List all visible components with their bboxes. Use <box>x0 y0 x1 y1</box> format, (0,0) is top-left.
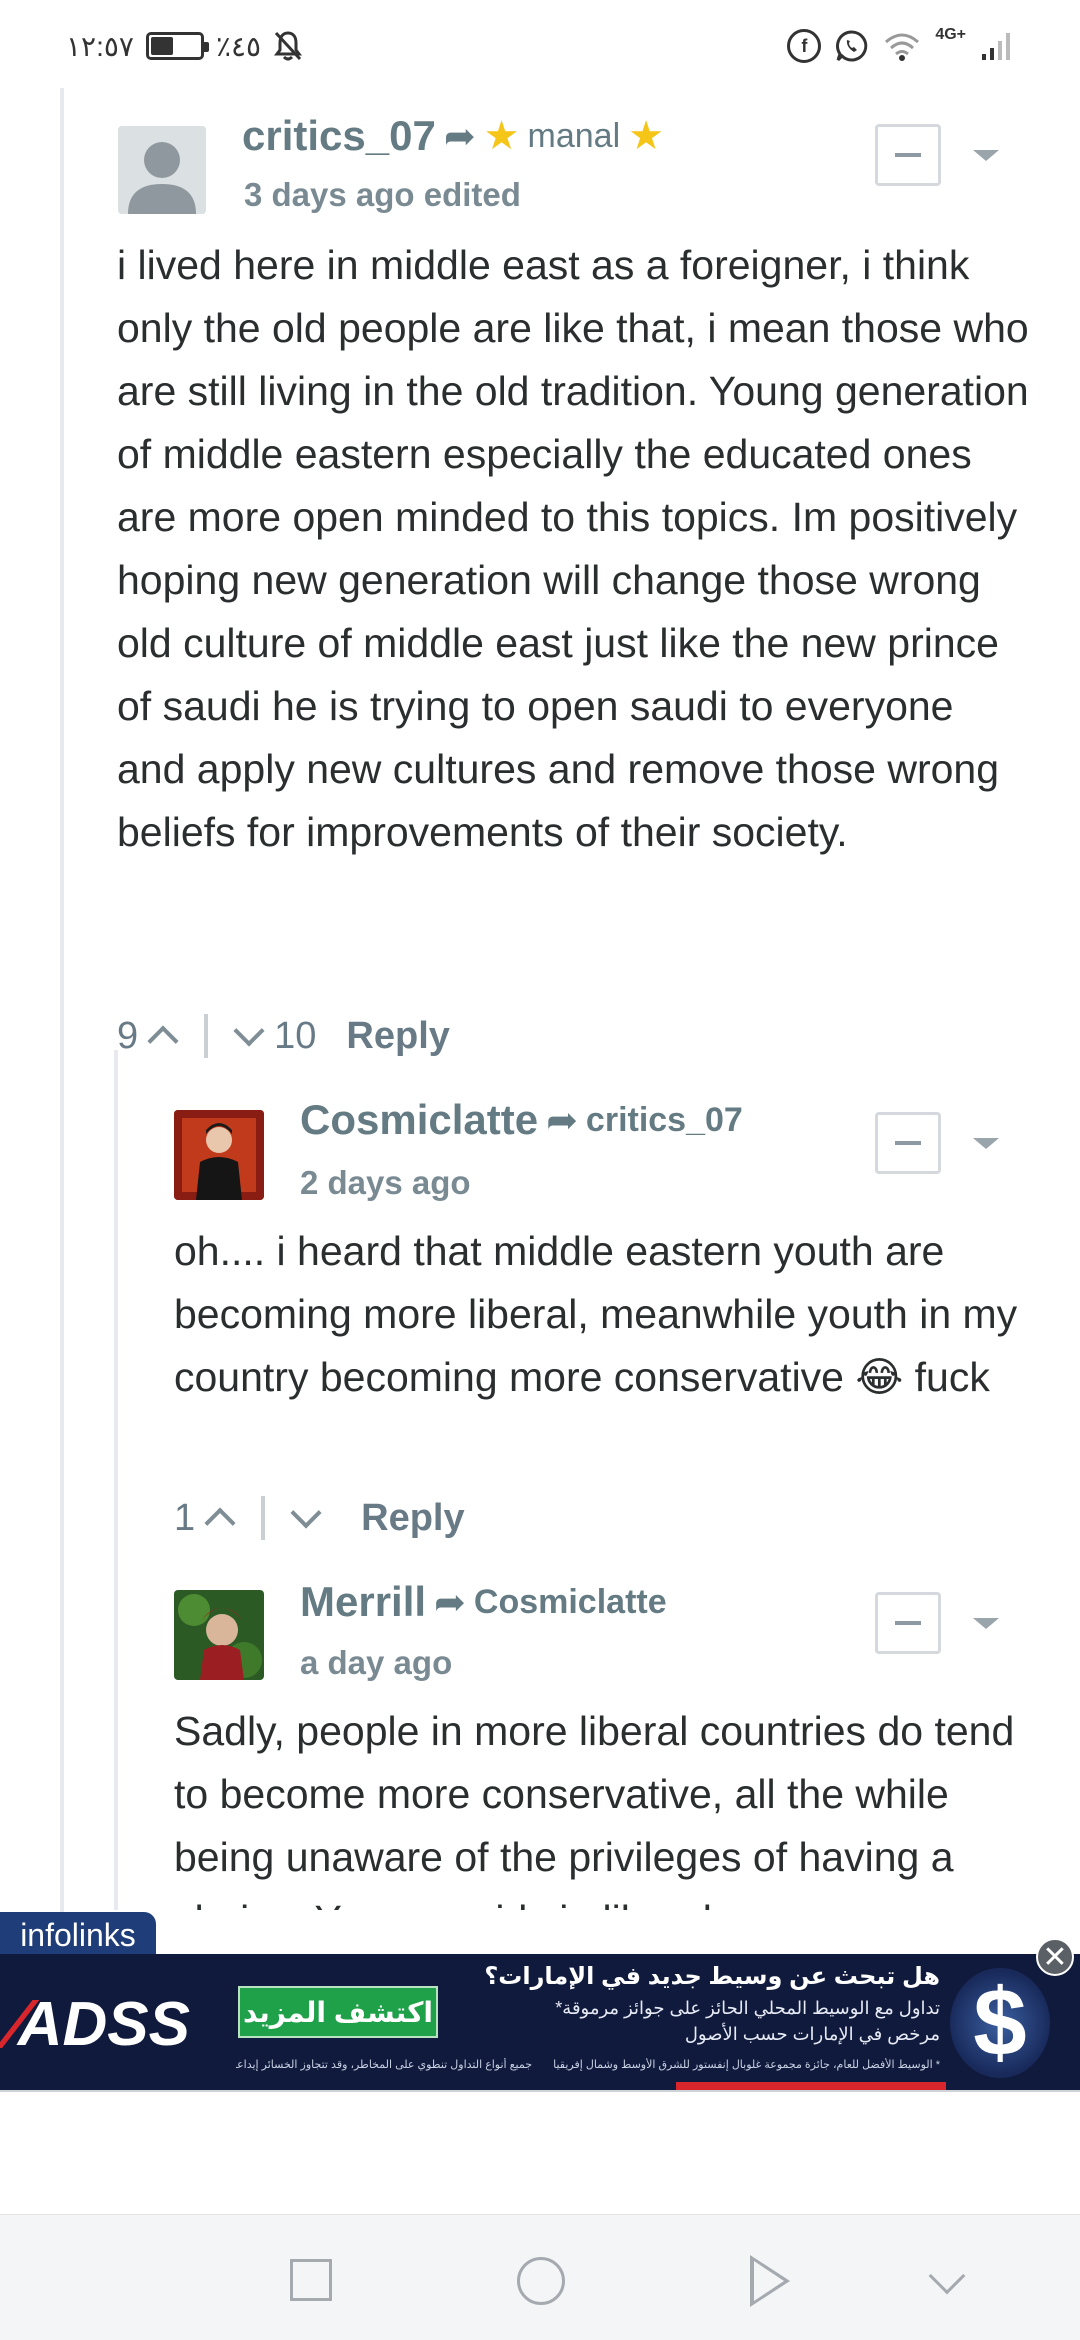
thread-line <box>60 88 64 1948</box>
upvote-count: 9 <box>117 1014 139 1057</box>
ad-fineprint: * الوسيط الأفضل للعام، جائزة مجموعة غلوب… <box>550 2059 940 2071</box>
mute-bell-icon <box>274 31 303 61</box>
status-right: f 4G+ <box>787 24 1014 68</box>
hide-nav-chevron-icon[interactable] <box>928 2257 966 2295</box>
author-name[interactable]: Cosmiclatte <box>300 1096 538 1144</box>
vote-separator <box>261 1496 266 1540</box>
star-icon: ★ <box>483 114 520 158</box>
minus-icon <box>895 1141 921 1145</box>
chevron-down-icon[interactable] <box>973 1618 999 1629</box>
clock: ١٢:٥٧ <box>66 30 134 62</box>
downvote-icon[interactable] <box>290 1497 322 1529</box>
downvote-count: 10 <box>274 1014 317 1057</box>
timestamp[interactable]: a day ago <box>300 1644 452 1682</box>
ad-cta-button[interactable]: اكتشف المزيد <box>238 1986 438 2038</box>
avatar[interactable] <box>118 126 206 214</box>
default-avatar-icon <box>118 126 206 214</box>
avatar[interactable] <box>174 1590 264 1680</box>
vote-separator <box>204 1014 209 1058</box>
ad-fineprint: جميع أنواع التداول تنطوي على المخاطر، وق… <box>236 2059 532 2071</box>
vote-row: 9 10 Reply <box>117 1008 450 1064</box>
author-name[interactable]: critics_07 <box>242 112 436 160</box>
reply-button[interactable]: Reply <box>346 1015 449 1058</box>
reply-arrow-icon: ➦ <box>546 1099 578 1142</box>
ad-brand-logo: ⁄ ADSS <box>10 1974 210 2074</box>
vote-row: 1 Reply <box>174 1490 465 1546</box>
comment-body: i lived here in middle east as a foreign… <box>117 242 1029 855</box>
minus-icon <box>895 1621 921 1625</box>
timestamp[interactable]: 2 days ago <box>300 1164 471 1202</box>
avatar[interactable] <box>174 1110 264 1200</box>
status-bar: ١٢:٥٧ ٪٤٥ f 4G+ <box>0 0 1080 88</box>
collapse-button[interactable] <box>875 1592 941 1654</box>
reply-arrow-icon: ➦ <box>434 1581 466 1624</box>
comment-body: Sadly, people in more liberal countries … <box>174 1708 1015 1910</box>
chevron-down-icon[interactable] <box>973 1138 999 1149</box>
ad-network-tag[interactable]: infolinks <box>0 1912 156 1958</box>
reply-to-name[interactable]: critics_07 <box>586 1101 743 1140</box>
upvote-icon[interactable] <box>204 1507 236 1539</box>
home-icon[interactable] <box>517 2257 565 2305</box>
upvote-count: 1 <box>174 1496 196 1539</box>
reply-to-name[interactable]: Cosmiclatte <box>474 1583 667 1622</box>
facebook-icon: f <box>787 29 822 63</box>
ad-subline: تداول مع الوسيط المحلي الحائز على جوائز … <box>555 1998 940 2018</box>
ad-subline: مرخص في الإمارات حسب الأصول <box>684 2024 940 2044</box>
reply-arrow-icon: ➦ <box>443 115 476 158</box>
chevron-down-icon[interactable] <box>973 150 999 161</box>
back-icon[interactable] <box>750 2255 790 2307</box>
comment-body: oh.... i heard that middle eastern youth… <box>174 1228 1018 1400</box>
collapse-button[interactable] <box>875 1112 941 1174</box>
user-photo-icon <box>174 1110 264 1200</box>
system-nav-bar <box>0 2214 1080 2340</box>
network-type: 4G+ <box>935 26 966 43</box>
dollar-icon: $ <box>950 1968 1050 2078</box>
ad-stripe <box>676 2082 946 2090</box>
downvote-icon[interactable] <box>233 1015 265 1047</box>
status-left: ١٢:٥٧ ٪٤٥ <box>66 26 303 66</box>
comment-header: Cosmiclatte ➦ critics_07 <box>300 1096 743 1144</box>
whatsapp-icon <box>836 30 868 62</box>
ad-brand: ADSS <box>17 1989 190 2059</box>
reply-thread-line <box>114 1050 118 1910</box>
upvote-icon[interactable] <box>147 1025 179 1057</box>
ad-headline: هل تبحث عن وسيط جديد في الإمارات؟ <box>484 1963 940 1990</box>
author-name[interactable]: Merrill <box>300 1578 426 1626</box>
collapse-button[interactable] <box>875 124 941 186</box>
comment-header: Merrill ➦ Cosmiclatte <box>300 1578 667 1626</box>
recents-icon[interactable] <box>290 2259 332 2301</box>
wifi-icon <box>885 33 920 61</box>
star-icon: ★ <box>628 114 664 158</box>
battery-icon <box>145 32 209 60</box>
reply-to-name[interactable]: manal <box>528 117 621 156</box>
close-icon[interactable]: ✕ <box>1036 1938 1074 1976</box>
ad-blank-area <box>0 2090 1080 2214</box>
signal-icon <box>982 33 1010 60</box>
ad-banner[interactable]: ⁄ ADSS اكتشف المزيد جميع أنواع التداول ت… <box>0 1954 1080 2090</box>
battery-percent: ٪٤٥ <box>215 30 262 62</box>
comment-header: critics_07 ➦ ★ manal ★ <box>242 112 664 160</box>
reply-button[interactable]: Reply <box>361 1497 464 1540</box>
timestamp[interactable]: 3 days ago edited <box>244 176 521 214</box>
user-photo-icon <box>174 1590 264 1680</box>
minus-icon <box>895 153 921 157</box>
